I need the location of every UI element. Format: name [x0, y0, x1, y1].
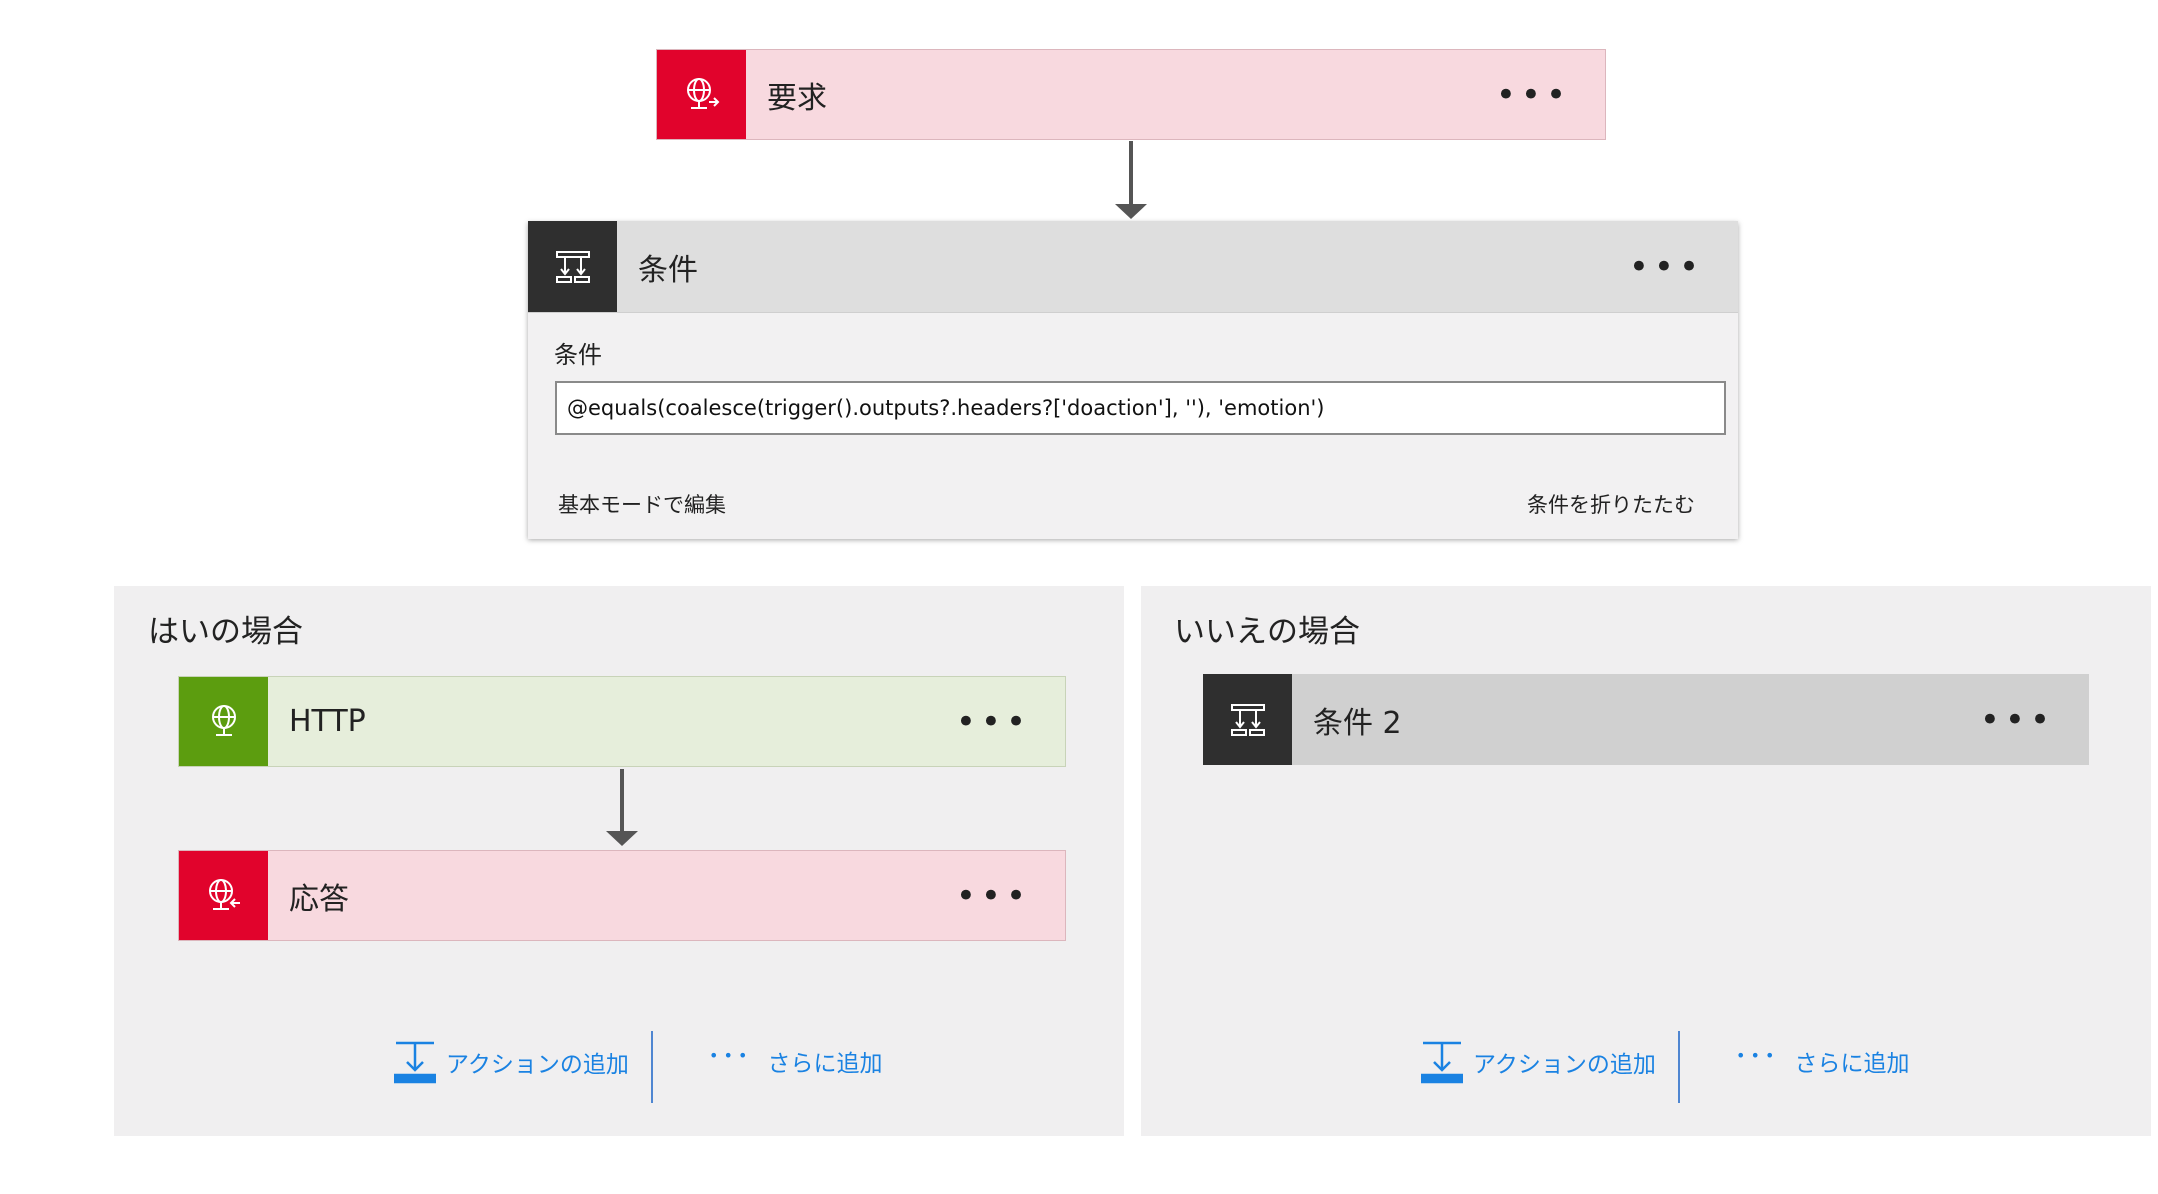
yes-branch-title: はいの場合 — [148, 614, 303, 650]
more-dots-icon: • • • — [1736, 1045, 1775, 1065]
divider — [1678, 1031, 1680, 1103]
condition-expression-input[interactable]: @equals(coalesce(trigger().outputs?.head… — [555, 381, 1726, 435]
yes-branch: はいの場合 HTTP ••• 応答 ••• アクションの追加 • • • さらに… — [114, 586, 1124, 1136]
request-more-menu[interactable]: ••• — [1496, 78, 1571, 112]
condition-2-title: 条件 2 — [1313, 705, 1402, 741]
globe-response-icon — [179, 851, 268, 940]
edit-basic-mode-link[interactable]: 基本モードで編集 — [558, 489, 726, 519]
more-dots-icon: • • • — [709, 1045, 748, 1065]
condition-icon — [1203, 674, 1292, 765]
http-more-menu[interactable]: ••• — [956, 705, 1031, 739]
collapse-condition-link[interactable]: 条件を折りたたむ — [1527, 489, 1695, 519]
request-trigger-title: 要求 — [767, 80, 827, 116]
condition-title: 条件 — [638, 252, 698, 288]
flow-connector — [1129, 141, 1133, 204]
flow-arrowhead — [1115, 204, 1147, 219]
condition-icon — [528, 221, 617, 312]
add-action-button[interactable]: アクションの追加 — [394, 1040, 629, 1084]
no-branch: いいえの場合 条件 2 ••• アクションの追加 • • • さらに追加 — [1141, 586, 2151, 1136]
response-action-title: 応答 — [289, 881, 349, 917]
globe-outgoing-icon — [657, 50, 746, 139]
add-action-icon — [1421, 1040, 1463, 1084]
response-more-menu[interactable]: ••• — [956, 879, 1031, 913]
http-action-card[interactable]: HTTP ••• — [178, 676, 1066, 767]
globe-icon — [179, 677, 268, 766]
add-more-label: さらに追加 — [767, 1051, 883, 1077]
add-more-button[interactable]: • • • さらに追加 — [1736, 1044, 1909, 1078]
add-action-label: アクションの追加 — [1473, 1052, 1656, 1078]
add-action-icon — [394, 1040, 436, 1084]
condition-header[interactable]: 条件 ••• — [528, 221, 1738, 312]
condition-2-card[interactable]: 条件 2 ••• — [1203, 674, 2089, 765]
response-action-card[interactable]: 応答 ••• — [178, 850, 1066, 941]
no-branch-title: いいえの場合 — [1174, 614, 1360, 650]
add-action-label: アクションの追加 — [446, 1052, 629, 1078]
request-trigger-card[interactable]: 要求 ••• — [656, 49, 1606, 140]
condition-more-menu[interactable]: ••• — [1629, 250, 1704, 284]
flow-connector — [620, 769, 624, 831]
flow-arrowhead — [606, 831, 638, 846]
condition-2-more-menu[interactable]: ••• — [1980, 703, 2055, 737]
condition-field-label: 条件 — [554, 341, 602, 369]
divider — [651, 1031, 653, 1103]
condition-panel: 条件 ••• 条件 @equals(coalesce(trigger().out… — [528, 221, 1738, 539]
condition-body: 条件 @equals(coalesce(trigger().outputs?.h… — [528, 312, 1738, 539]
add-more-label: さらに追加 — [1794, 1051, 1910, 1077]
add-more-button[interactable]: • • • さらに追加 — [709, 1044, 882, 1078]
add-action-button[interactable]: アクションの追加 — [1421, 1040, 1656, 1084]
http-action-title: HTTP — [289, 704, 366, 739]
